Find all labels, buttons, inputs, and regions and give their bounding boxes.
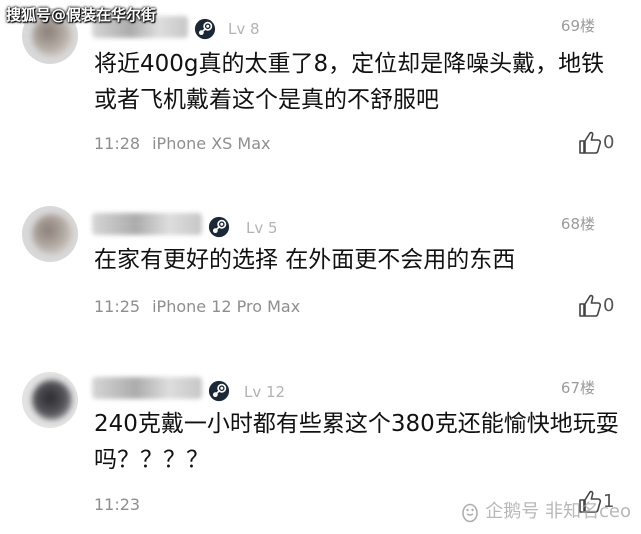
comment-text: 240克戴一小时都有些累这个380克还能愉快地玩耍吗？？？？ <box>94 411 619 473</box>
comment-item: Lv 12 67楼 240克戴一小时都有些累这个380克还能愉快地玩耍吗？？？？… <box>0 0 641 534</box>
comment-list-screenshot: 搜狐号@假装在华尔街 Lv 8 69楼 将近400g真的太重了8，定位却是降噪头… <box>0 0 641 534</box>
watermark-bottom: 企鹅号 非知名ceo <box>459 498 631 526</box>
floor-number: 67楼 <box>560 379 595 397</box>
comment-time: 11:23 <box>94 495 141 514</box>
watermark-bottom-text: 企鹅号 非知名ceo <box>485 501 631 522</box>
watermark-top: 搜狐号@假装在华尔街 <box>6 6 157 24</box>
avatar[interactable] <box>22 372 78 428</box>
comment-meta: 11:23 <box>94 494 140 516</box>
user-level: Lv 12 <box>244 383 286 401</box>
steam-icon <box>208 380 230 402</box>
penguin-logo-icon <box>462 503 479 523</box>
username-blurred[interactable] <box>92 377 202 399</box>
